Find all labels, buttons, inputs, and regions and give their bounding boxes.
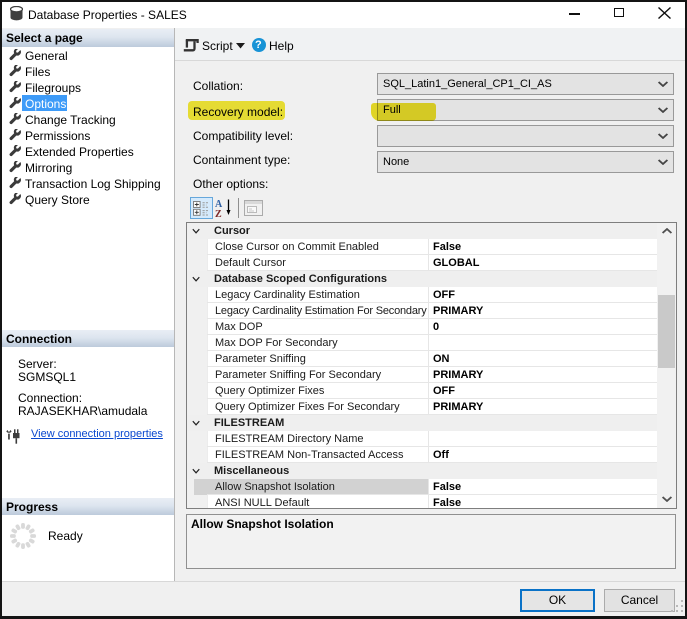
svg-text:Z: Z (215, 209, 222, 218)
